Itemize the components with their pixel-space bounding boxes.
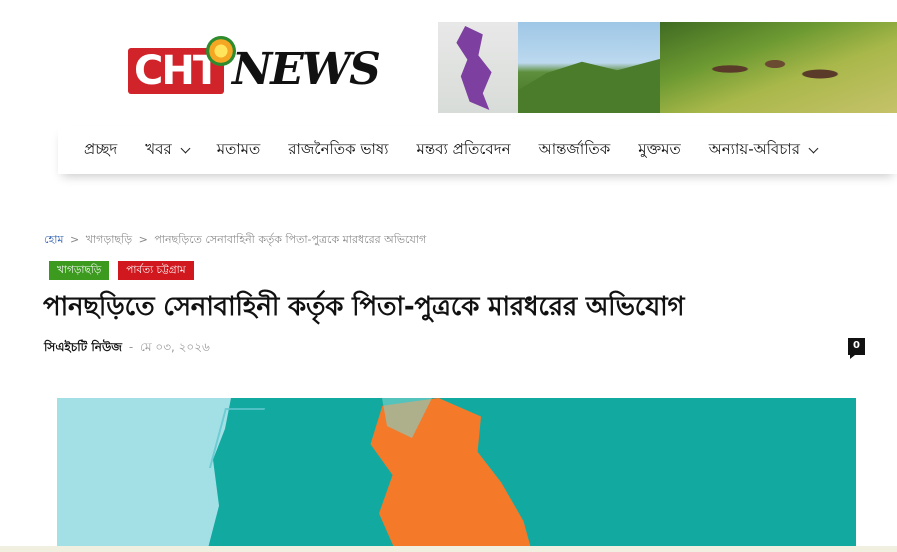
nav-item-home[interactable]: প্রচ্ছদ (84, 138, 117, 163)
logo-news-mark: NEWS (232, 44, 381, 95)
breadcrumb: হোম > খাগড়াছড়ি > পানছড়িতে সেনাবাহিনী … (44, 231, 426, 250)
header-banner-image[interactable] (438, 22, 897, 113)
nav-item-news[interactable]: খবর (145, 138, 191, 163)
breadcrumb-current: পানছড়িতে সেনাবাহিনী কর্তৃক পিতা-পুত্রকে… (154, 233, 427, 246)
article-meta: সিএইচটি নিউজ - মে ০৩, ২০২৬ (44, 339, 210, 359)
meta-separator: - (128, 340, 134, 354)
nav-item-injustice[interactable]: অন্যায়-অবিচার (708, 138, 819, 163)
chevron-down-icon (808, 143, 819, 153)
nav-item-label: প্রচ্ছদ (84, 139, 118, 158)
nav-item-label: অন্যায়-অবিচার (708, 139, 800, 158)
breadcrumb-home-link[interactable]: হোম (44, 233, 64, 246)
banner-map-image (438, 22, 518, 113)
nav-item-label: আন্তর্জাতিক (538, 139, 611, 158)
nav-item-label: মুক্তমত (638, 139, 681, 158)
banner-field-image (660, 22, 897, 113)
category-tag-cht[interactable]: পার্বত্য চট্টগ্রাম (118, 261, 194, 280)
category-tag-khagrachari[interactable]: খাগড়াছড়ি (49, 261, 110, 280)
nav-item-political-commentary[interactable]: রাজনৈতিক ভাষ্য (288, 138, 388, 163)
nav-item-label: খবর (145, 139, 172, 158)
bottom-strip (0, 546, 897, 552)
article-featured-image (57, 398, 856, 552)
map-region-left (57, 398, 247, 552)
category-tags: খাগড়াছড়ি পার্বত্য চট্টগ্রাম (49, 261, 194, 280)
banner-hills-image (518, 22, 660, 113)
nav-item-label: মতামত (216, 139, 261, 158)
nav-item-label: রাজনৈতিক ভাষ্য (288, 139, 389, 158)
nav-item-opinion[interactable]: মতামত (217, 138, 261, 163)
nav-item-editorial[interactable]: মন্তব্য প্রতিবেদন (417, 138, 511, 163)
nav-item-free-opinion[interactable]: মুক্তমত (638, 138, 680, 163)
article-title: পানছড়িতে সেনাবাহিনী কর্তৃক পিতা-পুত্রকে… (43, 292, 685, 322)
nav-item-label: মন্তব্য প্রতিবেদন (416, 139, 511, 158)
main-nav: প্রচ্ছদ খবর মতামত রাজনৈতিক ভাষ্য মন্তব্য… (58, 126, 897, 174)
author-link[interactable]: সিএইচটি নিউজ (44, 340, 122, 354)
site-logo[interactable]: CHT NEWS (128, 34, 381, 96)
comment-count-badge[interactable]: 0 (848, 338, 865, 359)
nav-item-international[interactable]: আন্তর্জাতিক (539, 138, 611, 163)
breadcrumb-separator: > (70, 233, 80, 246)
breadcrumb-category-link[interactable]: খাগড়াছড়ি (86, 233, 132, 246)
chevron-down-icon (180, 143, 191, 153)
breadcrumb-separator: > (138, 233, 148, 246)
publish-date: মে ০৩, ২০২৬ (140, 340, 210, 354)
